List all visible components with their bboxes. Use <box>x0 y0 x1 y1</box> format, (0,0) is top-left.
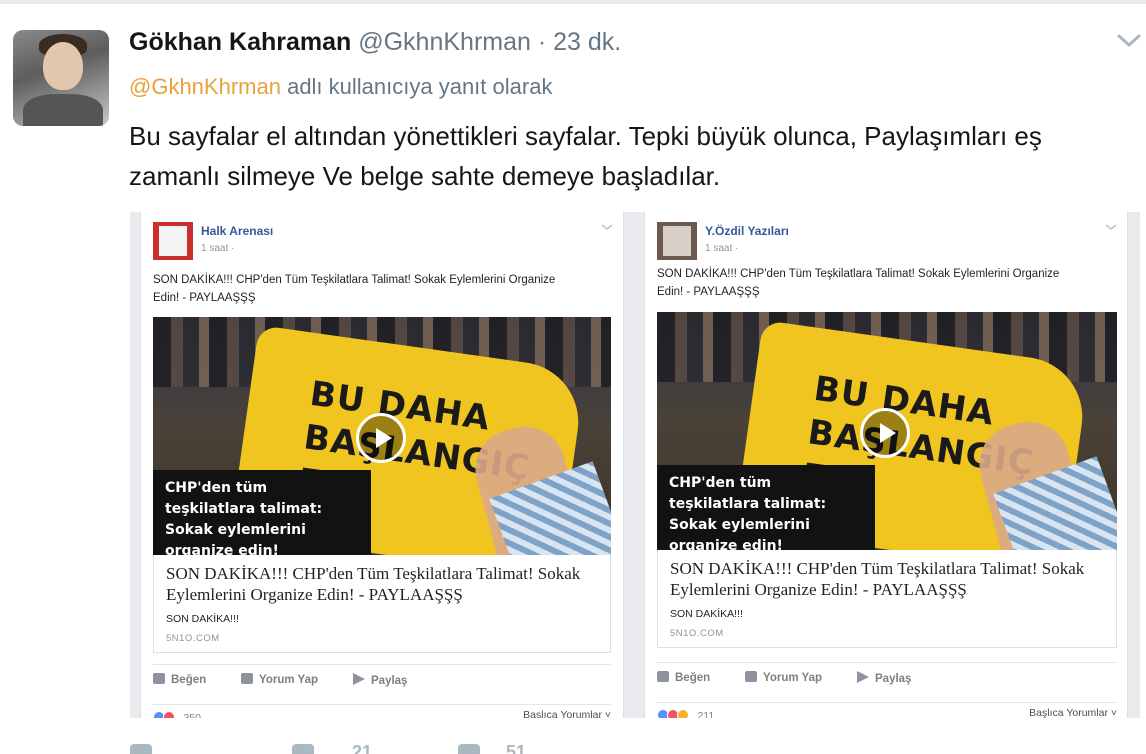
play-icon <box>860 408 910 458</box>
tweet-header: Gökhan Kahraman @GkhnKhrman · 23 dk. <box>129 28 621 57</box>
reaction-count: 350 <box>183 712 201 718</box>
post-text: SON DAKİKA!!! CHP'den Tüm Teşkilatlara T… <box>153 274 556 304</box>
reaction-count: 211 <box>697 710 715 718</box>
post-time: 1 saat · <box>201 243 235 254</box>
link-description: SON DAKİKA!!! <box>670 608 743 620</box>
reply-suffix: adlı kullanıcıya yanıt olarak <box>287 74 553 99</box>
link-description: SON DAKİKA!!! <box>166 613 239 625</box>
chevron-down-icon <box>1105 224 1117 230</box>
comment-icon <box>745 671 757 682</box>
wow-reaction-icon <box>677 709 689 718</box>
post-actions: Beğen Yorum Yap Paylaş <box>153 664 611 694</box>
post-text: SON DAKİKA!!! CHP'den Tüm Teşkilatlara T… <box>657 268 1060 298</box>
facebook-post-card: Y.Özdil Yazıları 1 saat · SON DAKİKA!!! … <box>644 212 1128 718</box>
comment-action: Yorum Yap <box>241 673 318 686</box>
chevron-down-icon <box>601 224 613 230</box>
like-count: 51 <box>506 742 527 754</box>
post-actions: Beğen Yorum Yap Paylaş <box>657 662 1117 692</box>
top-comments-label: Başlıca Yorumlar ˅ <box>523 709 611 718</box>
author-handle[interactable]: @GkhnKhrman <box>358 28 531 56</box>
share-action: Paylaş <box>857 671 911 685</box>
love-reaction-icon <box>163 711 175 718</box>
reaction-summary: 211 Başlıca Yorumlar ˅ <box>657 702 1117 718</box>
comment-action: Yorum Yap <box>745 671 822 684</box>
avatar-face <box>43 42 83 90</box>
like-action: Beğen <box>657 671 710 684</box>
video-thumbnail: BU DAHA BAŞLANGIÇ FYE CHP'den tüm teşkil… <box>657 312 1117 550</box>
attached-screenshot-right[interactable]: Y.Özdil Yazıları 1 saat · SON DAKİKA!!! … <box>634 212 1140 718</box>
tweet-text: Bu sayfalar el altından yönettikleri say… <box>129 121 1042 191</box>
post-time: 1 saat · <box>705 243 739 254</box>
tweet-action-bar: 21 51 <box>130 740 630 754</box>
author-avatar[interactable] <box>13 30 109 126</box>
video-overlay-caption: CHP'den tüm teşkilatlara talimat: Sokak … <box>153 470 371 555</box>
author-name[interactable]: Gökhan Kahraman <box>129 28 351 56</box>
retweet-count: 21 <box>352 742 373 754</box>
share-action: Paylaş <box>353 673 407 687</box>
page-logo <box>657 222 697 260</box>
avatar-suit <box>23 94 103 126</box>
link-preview: SON DAKİKA!!! CHP'den Tüm Teşkilatlara T… <box>657 550 1117 648</box>
link-preview: SON DAKİKA!!! CHP'den Tüm Teşkilatlara T… <box>153 555 611 653</box>
header-separator: · <box>537 28 547 56</box>
thumbs-up-icon <box>153 673 165 684</box>
reply-context: @GkhnKhrman adlı kullanıcıya yanıt olara… <box>129 74 552 100</box>
link-domain: 5N1O.COM <box>670 628 724 639</box>
heart-icon[interactable] <box>458 744 480 754</box>
video-thumbnail: BU DAHA BAŞLANGIÇ FYE CHP'den tüm teşkil… <box>153 317 611 555</box>
video-overlay-caption: CHP'den tüm teşkilatlara talimat: Sokak … <box>657 465 875 550</box>
reply-mention-link[interactable]: @GkhnKhrman <box>129 74 281 99</box>
tweet-time[interactable]: 23 dk. <box>553 28 621 56</box>
share-icon <box>353 673 365 685</box>
comment-icon <box>241 673 253 684</box>
page-name: Halk Arenası <box>201 224 274 238</box>
link-title: SON DAKİKA!!! CHP'den Tüm Teşkilatlara T… <box>670 559 1085 599</box>
attached-screenshot-left[interactable]: Halk Arenası 1 saat · SON DAKİKA!!! CHP'… <box>130 212 634 718</box>
chevron-down-icon[interactable] <box>1114 28 1144 52</box>
play-icon <box>356 413 406 463</box>
top-comments-label: Başlıca Yorumlar ˅ <box>1029 707 1117 718</box>
like-action: Beğen <box>153 673 206 686</box>
link-title: SON DAKİKA!!! CHP'den Tüm Teşkilatlara T… <box>166 564 581 604</box>
top-divider <box>0 0 1146 4</box>
thumbs-up-icon <box>657 671 669 682</box>
reaction-summary: 350 Başlıca Yorumlar ˅ <box>153 704 611 718</box>
page-name: Y.Özdil Yazıları <box>705 224 789 238</box>
facebook-post-card: Halk Arenası 1 saat · SON DAKİKA!!! CHP'… <box>140 212 624 718</box>
share-icon <box>857 671 869 683</box>
link-domain: 5N1O.COM <box>166 633 220 644</box>
retweet-icon[interactable] <box>292 744 314 754</box>
page-logo <box>153 222 193 260</box>
reply-icon[interactable] <box>130 744 152 754</box>
